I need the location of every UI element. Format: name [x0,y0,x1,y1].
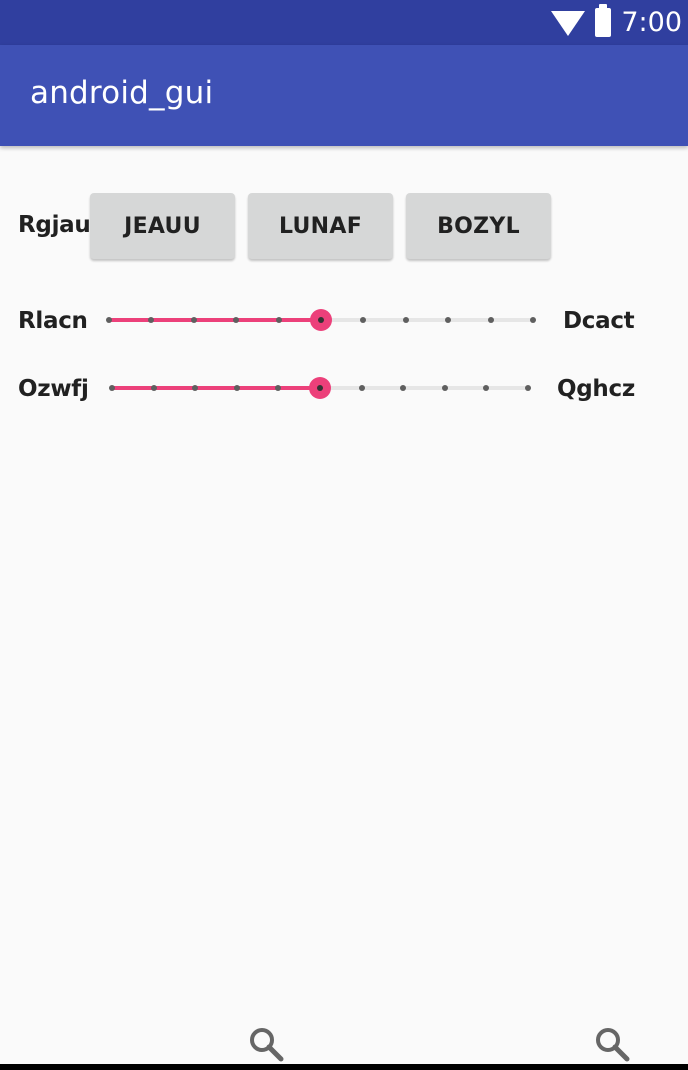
slider-thumb[interactable] [310,309,332,331]
slider-tick [190,317,197,323]
slider-tick [360,317,367,323]
slider-tick [483,385,490,391]
slider-tick [192,385,199,391]
app-bar: android_gui [0,45,688,146]
slider-tick [525,385,531,391]
app-title: android_gui [30,75,214,111]
slider-tick [441,385,448,391]
slider-tick [400,385,407,391]
slider-2-left-label: Ozwfj [18,376,89,402]
lunaf-button[interactable]: LUNAF [248,193,393,259]
wifi-icon [551,10,586,36]
slider-tick [402,317,409,323]
slider-tick [233,385,240,391]
slider-1[interactable] [106,304,536,336]
slider-tick [275,385,282,391]
status-bar: 7:00 [0,0,688,45]
search-icon[interactable] [248,1026,284,1062]
bozyl-button[interactable]: BOZYL [406,193,551,259]
slider-tick [109,385,115,391]
slider-tick [445,317,452,323]
status-time: 7:00 [621,7,682,38]
slider-tick [530,317,536,323]
status-icons: 7:00 [551,0,682,45]
slider-1-left-label: Rlacn [18,308,88,334]
search-icon[interactable] [594,1026,630,1062]
slider-tick [150,385,157,391]
slider-thumb[interactable] [309,377,331,399]
battery-icon [595,4,612,37]
navigation-bar-edge [0,1064,688,1070]
slider-tick [275,317,282,323]
slider-tick [148,317,155,323]
slider-progress [112,386,320,390]
slider-tick [233,317,240,323]
slider-tick [487,317,494,323]
button-row-label: Rgjau [18,212,91,238]
slider-tick [106,317,112,323]
slider-progress [109,318,321,322]
jeauu-button[interactable]: JEAUU [90,193,235,259]
slider-2-right-label: Qghcz [557,376,635,402]
slider-tick [358,385,365,391]
slider-1-right-label: Dcact [563,308,635,334]
slider-2[interactable] [109,372,531,404]
